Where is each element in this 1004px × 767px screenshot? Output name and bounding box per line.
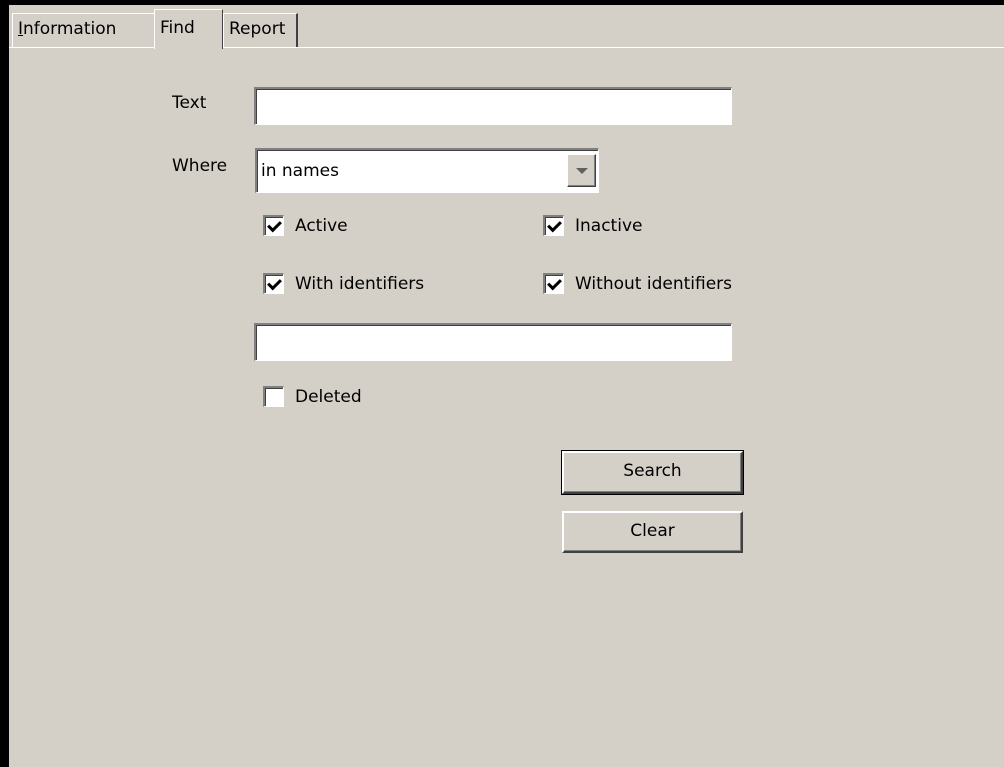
where-select[interactable]: in names [255, 148, 599, 193]
without-identifiers-checkbox-label: Without identifiers [575, 273, 732, 294]
search-button[interactable]: Search [561, 450, 744, 495]
without-identifiers-checkbox[interactable]: Without identifiers [543, 273, 732, 294]
active-checkbox-box[interactable] [263, 215, 284, 236]
without-identifiers-checkbox-box[interactable] [543, 273, 564, 294]
with-identifiers-checkbox-box[interactable] [263, 273, 284, 294]
check-icon [267, 275, 282, 291]
with-identifiers-checkbox[interactable]: With identifiers [263, 273, 424, 294]
tab-find[interactable]: Find [154, 9, 223, 49]
deleted-checkbox-box[interactable] [263, 386, 284, 407]
where-dropdown-button[interactable] [567, 154, 596, 187]
active-tab-gap [155, 47, 222, 49]
active-checkbox[interactable]: Active [263, 215, 348, 236]
text-input[interactable] [254, 87, 732, 125]
clear-button[interactable]: Clear [562, 511, 743, 553]
with-identifiers-checkbox-label: With identifiers [295, 273, 425, 294]
active-checkbox-label: Active [295, 215, 348, 236]
check-icon [547, 275, 562, 291]
chevron-down-icon [576, 168, 588, 174]
check-icon [267, 217, 282, 233]
tab-information[interactable]: Information [12, 13, 156, 48]
inactive-checkbox[interactable]: Inactive [543, 215, 642, 236]
where-selected-value: in names [261, 161, 339, 181]
inactive-checkbox-label: Inactive [575, 215, 643, 236]
tab-report-label: Report [229, 19, 286, 39]
tab-information-label-rest: nformation [23, 19, 117, 39]
find-panel: Information Find Report Text Where in na… [0, 0, 1004, 767]
tab-report[interactable]: Report [223, 13, 298, 48]
deleted-checkbox-label: Deleted [295, 386, 362, 407]
tab-find-label: Find [160, 18, 195, 38]
where-label: Where [172, 156, 228, 176]
deleted-checkbox[interactable]: Deleted [263, 386, 362, 407]
tab-strip: Information Find Report [9, 5, 1004, 49]
inactive-checkbox-box[interactable] [543, 215, 564, 236]
extra-input[interactable] [254, 323, 732, 361]
check-icon [547, 217, 562, 233]
text-label: Text [172, 93, 207, 113]
